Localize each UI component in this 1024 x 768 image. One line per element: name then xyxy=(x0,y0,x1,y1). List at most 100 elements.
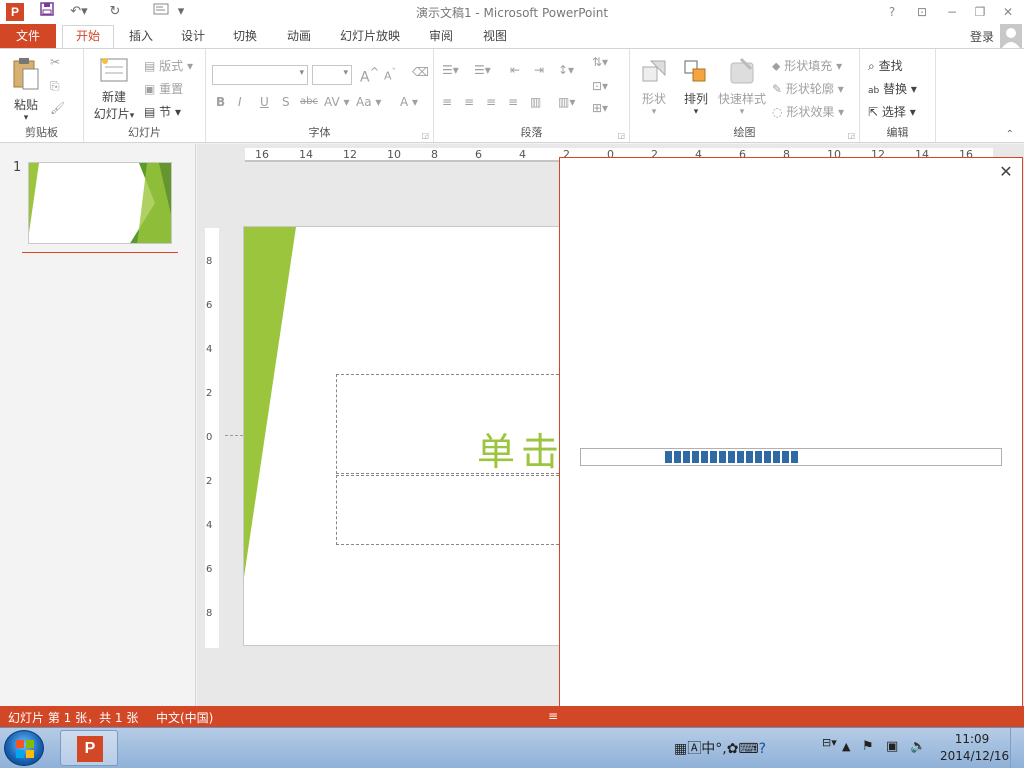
shrink-font-icon[interactable]: Aˇ xyxy=(384,67,396,83)
strikethrough-button[interactable]: abc xyxy=(300,96,318,107)
paragraph-dialog-launcher-icon[interactable]: ◲ xyxy=(617,131,625,140)
help-button[interactable]: ? xyxy=(878,0,906,24)
new-slide-label-1: 新建 xyxy=(101,90,126,104)
smartart-icon[interactable]: ⊞▾ xyxy=(592,101,608,115)
format-painter-icon[interactable]: 🖌 xyxy=(50,101,65,115)
select-button[interactable]: ⇱ 选择 ▾ xyxy=(868,103,916,120)
close-icon[interactable]: ✕ xyxy=(996,162,1016,182)
notes-icon[interactable]: ≡ xyxy=(548,709,558,723)
action-center-flag-icon[interactable]: ⚑ xyxy=(862,739,874,768)
quick-styles-button[interactable]: 快速样式 ▾ xyxy=(716,57,768,117)
ime-toolbar[interactable]: ▦🄰中°,✿⌨? xyxy=(674,738,766,768)
ribbon-tabs: 文件 开始 插入 设计 切换 动画 幻灯片放映 审阅 视图 登录 xyxy=(0,24,1024,49)
show-desktop-button[interactable] xyxy=(1010,728,1024,768)
maximize-button[interactable]: ❐ xyxy=(966,0,994,24)
change-case-button[interactable]: Aa ▾ xyxy=(356,95,381,109)
shapes-button[interactable]: 形状 ▾ xyxy=(636,57,672,117)
arrange-button[interactable]: 排列 ▾ xyxy=(678,57,714,117)
replace-button[interactable]: ab 替换 ▾ xyxy=(868,80,917,97)
tab-slideshow[interactable]: 幻灯片放映 xyxy=(334,24,406,48)
font-family-combo[interactable]: ▾ xyxy=(212,65,308,85)
font-group-label: 字体 xyxy=(308,126,331,139)
shape-fill-button[interactable]: ⬥ 形状填充 ▾ xyxy=(772,57,842,74)
numbering-icon[interactable]: ☰▾ xyxy=(474,63,491,77)
bullets-icon[interactable]: ☰▾ xyxy=(442,63,459,77)
layout-button[interactable]: ▤ 版式 ▾ xyxy=(144,57,193,74)
ime-keyboard-icon: ⌨ xyxy=(738,741,759,757)
tab-view[interactable]: 视图 xyxy=(474,24,516,48)
distributed-icon[interactable]: ▥ xyxy=(530,95,541,109)
new-slide-button[interactable]: 新建 幻灯片▾ xyxy=(90,57,138,122)
align-center-icon[interactable]: ≡ xyxy=(464,95,474,109)
taskbar-powerpoint-button[interactable]: P xyxy=(60,730,118,766)
tab-transitions[interactable]: 切换 xyxy=(224,24,266,48)
font-dialog-launcher-icon[interactable]: ◲ xyxy=(421,131,429,140)
status-bar: 幻灯片 第 1 张，共 1 张 中文(中国) ≡ xyxy=(0,706,1024,727)
binoculars-icon: ⌕ xyxy=(868,59,875,73)
bold-button[interactable]: B xyxy=(216,95,225,109)
slide-thumbnail[interactable] xyxy=(28,162,172,244)
tab-file[interactable]: 文件 xyxy=(0,24,56,48)
italic-button[interactable]: I xyxy=(238,95,242,109)
ruler-label: 14 xyxy=(299,148,313,161)
line-spacing-icon[interactable]: ↕▾ xyxy=(558,63,574,77)
network-icon[interactable]: ▣ xyxy=(886,739,898,768)
slides-group-label: 幻灯片 xyxy=(128,126,161,139)
arrange-label: 排列 xyxy=(683,92,708,106)
ruler-label: 2 xyxy=(206,476,213,487)
tab-animations[interactable]: 动画 xyxy=(278,24,320,48)
ruler-label: 0 xyxy=(206,432,213,443)
shadow-button[interactable]: S xyxy=(282,95,290,109)
paste-button[interactable]: 粘贴 ▾ xyxy=(8,57,44,123)
reset-button[interactable]: ▣ 重置 xyxy=(144,80,183,97)
columns-icon[interactable]: ▥▾ xyxy=(558,95,575,109)
sign-in-link[interactable]: 登录 xyxy=(970,28,994,45)
align-right-icon[interactable]: ≡ xyxy=(486,95,496,109)
underline-button[interactable]: U xyxy=(260,95,269,109)
show-hidden-icons[interactable]: ▲ xyxy=(842,740,850,768)
char-spacing-button[interactable]: AV ▾ xyxy=(324,95,350,109)
ruler-label: 8 xyxy=(206,608,213,619)
ruler-label: 4 xyxy=(206,344,213,355)
font-color-button[interactable]: A ▾ xyxy=(400,95,418,109)
language-status[interactable]: 中文(中国) xyxy=(156,709,213,726)
copy-icon[interactable]: ⎘ xyxy=(50,79,60,94)
drawing-dialog-launcher-icon[interactable]: ◲ xyxy=(847,131,855,140)
close-button[interactable]: ✕ xyxy=(994,0,1022,24)
clipboard-group-label: 剪贴板 xyxy=(25,126,58,139)
section-button[interactable]: ▤ 节 ▾ xyxy=(144,103,181,120)
align-text-icon[interactable]: ⊡▾ xyxy=(592,79,608,93)
text-direction-icon[interactable]: ⇅▾ xyxy=(592,55,608,69)
tab-home[interactable]: 开始 xyxy=(62,25,114,49)
slide-number: 1 xyxy=(13,160,22,175)
font-size-combo[interactable]: ▾ xyxy=(312,65,352,85)
section-icon: ▤ xyxy=(144,105,160,119)
ime-options-icon[interactable]: ⊟▾ xyxy=(822,736,837,768)
shape-effects-button[interactable]: ◌ 形状效果 ▾ xyxy=(772,103,844,120)
shape-effects-label: 形状效果 xyxy=(786,105,835,119)
clock[interactable]: 11:09 2014/12/16 xyxy=(940,732,1009,768)
tab-review[interactable]: 审阅 xyxy=(420,24,462,48)
find-button[interactable]: ⌕ 查找 xyxy=(868,57,903,74)
align-left-icon[interactable]: ≡ xyxy=(442,95,452,109)
replace-icon: ab xyxy=(868,86,880,96)
grow-font-icon[interactable]: A^ xyxy=(360,65,379,86)
minimize-button[interactable]: − xyxy=(938,0,966,24)
increase-indent-icon[interactable]: ⇥ xyxy=(534,63,544,77)
ribbon-display-options-button[interactable]: ⊡ xyxy=(908,0,936,24)
decrease-indent-icon[interactable]: ⇤ xyxy=(510,63,520,77)
volume-icon[interactable]: 🔈 xyxy=(910,739,926,768)
paste-icon xyxy=(13,58,39,90)
tab-insert[interactable]: 插入 xyxy=(120,24,162,48)
tab-design[interactable]: 设计 xyxy=(172,24,214,48)
justify-icon[interactable]: ≡ xyxy=(508,95,518,109)
clear-format-icon[interactable]: ⌫ xyxy=(412,65,429,79)
ruler-label: 16 xyxy=(255,148,269,161)
shape-outline-button[interactable]: ✎ 形状轮廓 ▾ xyxy=(772,80,844,97)
avatar[interactable] xyxy=(1000,24,1022,48)
cut-icon[interactable]: ✂ xyxy=(50,55,60,69)
slide[interactable]: 单击 xyxy=(243,226,603,646)
start-button[interactable] xyxy=(4,730,44,766)
collapse-ribbon-icon[interactable]: ⌃ xyxy=(1006,129,1014,140)
ribbon: 粘贴 ▾ ✂ ⎘ 🖌 剪贴板 新建 幻灯片▾ ▤ 版式 ▾ ▣ 重置 ▤ 节 ▾… xyxy=(0,48,1024,143)
